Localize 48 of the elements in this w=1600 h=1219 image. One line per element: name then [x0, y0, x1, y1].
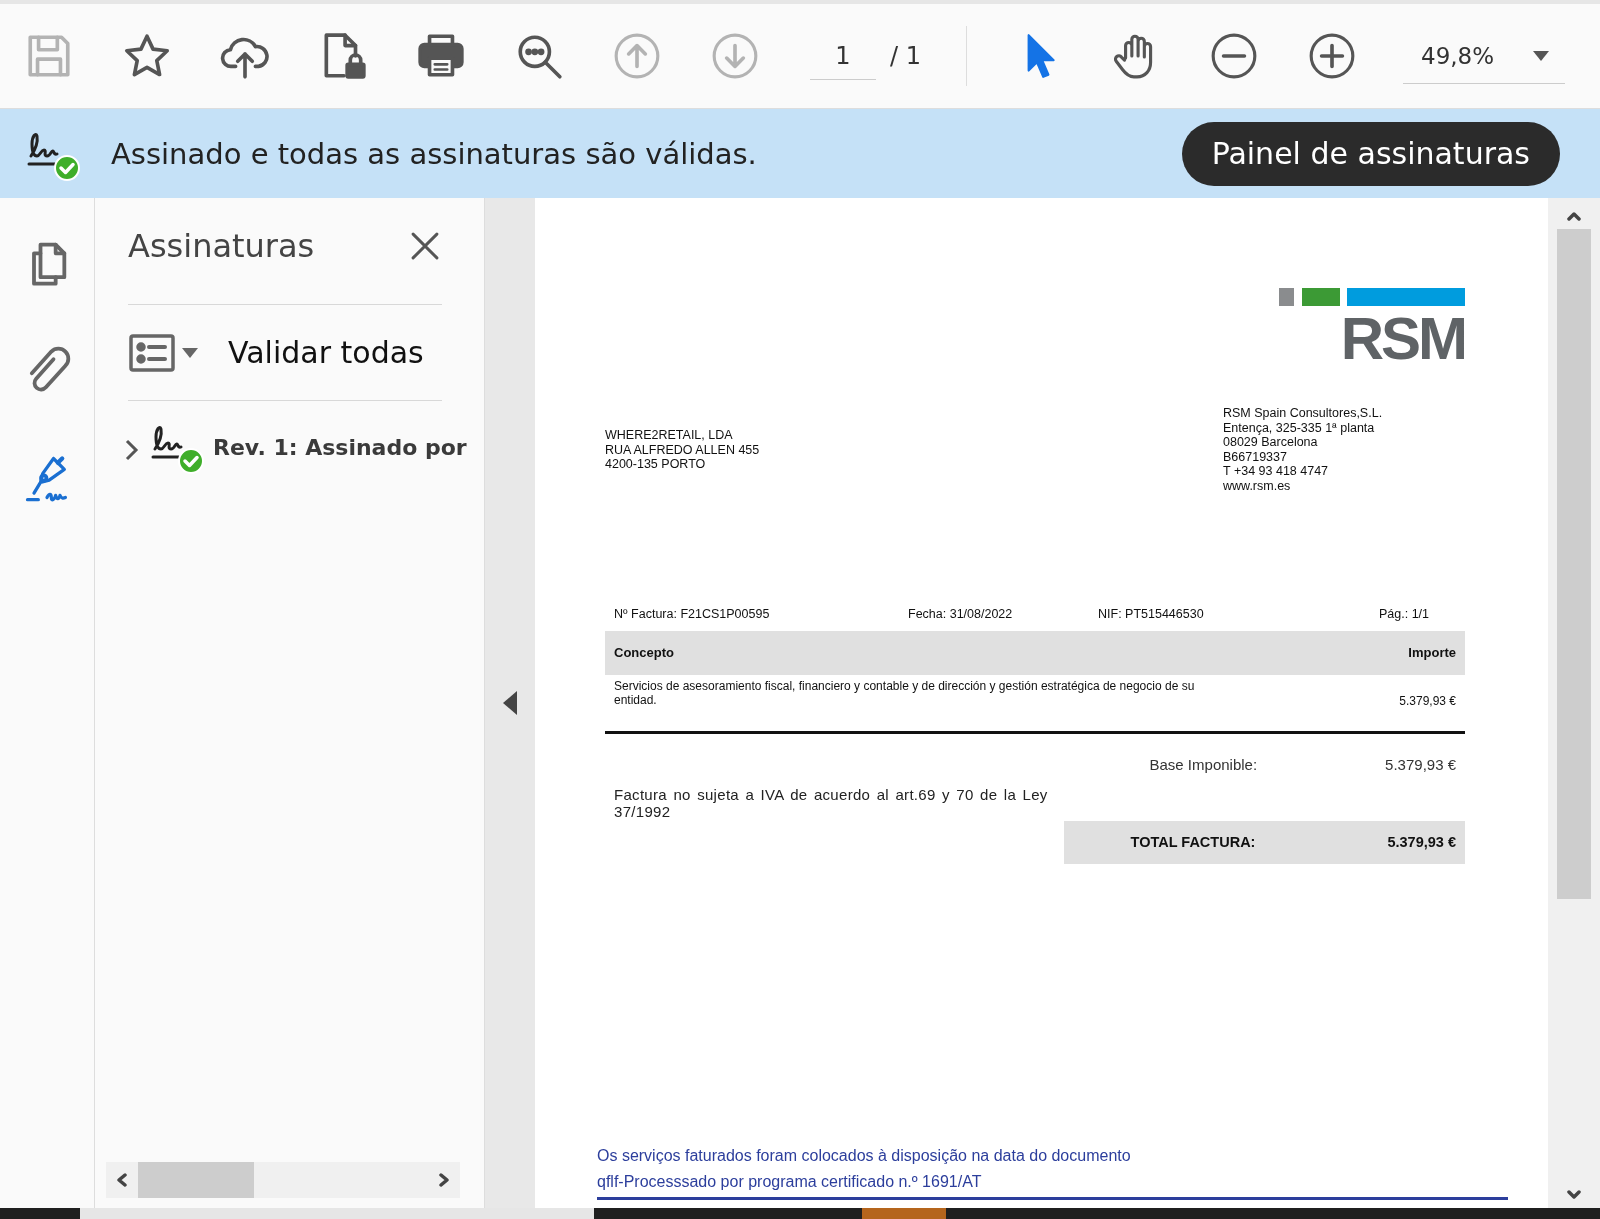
issuer-address-line: T +34 93 418 4747 [1223, 464, 1330, 479]
caret-icon [182, 347, 198, 358]
vat-exemption-note: Factura no sujeta a IVA de acuerdo al art.69 y 70 de la Ley 37/1992 [614, 785, 1049, 822]
total-label: TOTAL FACTURA: [1130, 834, 1256, 851]
issuer-address-line: 08029 Barcelona [1223, 435, 1319, 450]
footer-line: Os serviços faturados foram colocados à disposição na data do documento [597, 1147, 1132, 1165]
total-value: 5.379,93 € [1387, 834, 1456, 851]
column-header: Importe [1408, 645, 1456, 661]
recipient-address-line: WHERE2RETAIL, LDA [605, 428, 734, 443]
invoice-meta-field: Pág.: 1/1 [1379, 606, 1465, 621]
table-cell-text: 5.379,93 € [1399, 693, 1456, 710]
recipient-address-line: RUA ALFREDO ALLEN 455 [605, 442, 760, 458]
invoice-meta-field: NIF: PT515446530 [1098, 606, 1379, 621]
column-header: Concepto [614, 645, 674, 661]
zoom-in-icon [1307, 31, 1357, 81]
invoice-meta-field: Nº Factura: F21CS1P00595 [614, 606, 908, 621]
scroll-up-icon [1567, 211, 1581, 221]
base-label: Base Imponible: [1149, 755, 1258, 773]
scroll-down-icon [1567, 1190, 1581, 1200]
scroll-left-icon [116, 1173, 128, 1187]
options-menu-button[interactable] [128, 332, 198, 373]
issuer-address-line: www.rsm.es [1223, 478, 1292, 494]
validate-all-button[interactable]: Validar todas [228, 335, 424, 370]
footer-line: qflf-Processsado por programa certificado n.º 1691/AT [597, 1173, 983, 1191]
scrollbar-thumb[interactable] [1557, 229, 1591, 899]
scroll-right-icon [438, 1173, 450, 1187]
recipient-address-line: 4200-135 PORTO [605, 457, 707, 472]
zoom-dropdown[interactable]: 49,8% [1403, 28, 1565, 84]
signature-status-message: Assinado e todas as assinaturas são válidas. [111, 136, 758, 171]
issuer-address-line: RSM Spain Consultores,S.L. [1223, 406, 1384, 421]
list-icon [128, 332, 176, 373]
signature-panel-button[interactable]: Painel de assinaturas [1181, 121, 1560, 186]
issuer-address-line: B66719337 [1223, 449, 1288, 465]
invoice-meta-field: Fecha: 31/08/2022 [908, 606, 1098, 621]
scrollbar-thumb[interactable] [138, 1162, 254, 1198]
horizontal-scrollbar[interactable] [106, 1162, 460, 1198]
table-cell-text: Servicios de asesoramiento fiscal, financiero y contable y de dirección y gestión estratégica de negocio de su entidad. [614, 678, 1196, 707]
page-count: / 1 [890, 42, 922, 70]
zoom-out-icon [1209, 31, 1259, 81]
panel-title: Assinaturas [128, 227, 315, 265]
signature-item[interactable]: Rev. 1: Assinado por [121, 419, 484, 475]
base-value: 5.379,93 € [1385, 755, 1456, 773]
company-logo: RSM [1340, 314, 1465, 364]
vertical-scrollbar[interactable] [1548, 198, 1600, 1208]
collapse-panel-icon[interactable] [503, 691, 517, 715]
caret-icon [1533, 50, 1549, 61]
page-number-field[interactable]: 1 [810, 32, 876, 80]
issuer-address-line: Entença, 325-335 1ª planta [1223, 420, 1376, 436]
